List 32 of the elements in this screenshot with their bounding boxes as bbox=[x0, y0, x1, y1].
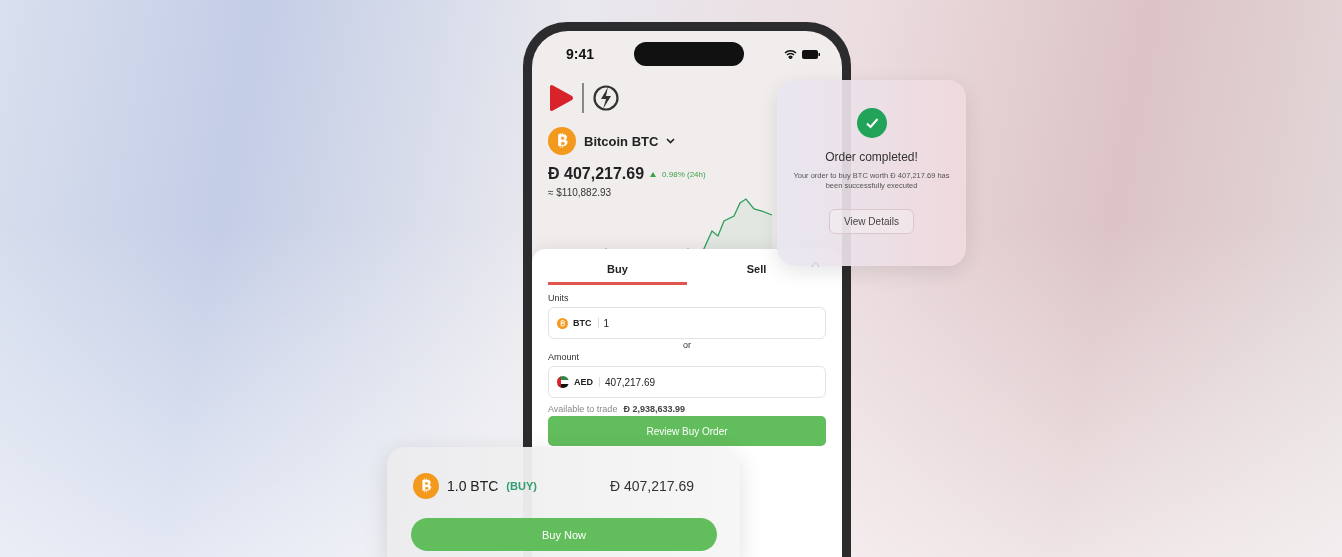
currency-label: BTC bbox=[573, 318, 599, 328]
battery-icon bbox=[802, 49, 820, 59]
usd-value: ≈ $110,882.93 bbox=[548, 187, 612, 198]
view-details-button[interactable]: View Details bbox=[829, 209, 914, 235]
trade-tab[interactable]: Sell bbox=[687, 255, 826, 285]
available-balance: Đ 2,938,633.99 bbox=[623, 404, 685, 414]
price-change: 0.98% (24h) bbox=[662, 169, 706, 179]
wifi-icon bbox=[784, 49, 797, 59]
chevron-down-icon[interactable] bbox=[666, 138, 676, 144]
units-label: Units bbox=[548, 293, 570, 303]
available-label: Available to trade bbox=[548, 404, 618, 414]
units-field[interactable]: BTC 1 bbox=[548, 307, 826, 339]
trade-tab[interactable]: Buy bbox=[548, 255, 687, 285]
lightning-bolt-icon bbox=[592, 84, 620, 112]
flag-icon bbox=[557, 376, 569, 388]
up-triangle-icon bbox=[650, 171, 657, 177]
bitcoin-icon bbox=[557, 317, 568, 329]
notification-title: Order completed! bbox=[825, 150, 918, 164]
asset-price: Đ 407,217.69 bbox=[548, 165, 645, 183]
amount-label: Amount bbox=[548, 352, 581, 362]
order-quantity: 1.0 BTC bbox=[447, 478, 499, 494]
currency-label: AED bbox=[574, 377, 600, 387]
bitcoin-icon bbox=[413, 473, 439, 499]
asset-name[interactable]: Bitcoin BTC bbox=[584, 133, 659, 149]
success-check-icon bbox=[856, 108, 887, 138]
order-price: Đ 407,217.69 bbox=[609, 478, 694, 494]
status-time: 9:41 bbox=[566, 46, 595, 62]
play-logo-icon bbox=[548, 84, 574, 112]
amount-field[interactable]: AED 407,217.69 bbox=[548, 366, 826, 398]
bitcoin-icon bbox=[548, 127, 576, 155]
or-separator: or bbox=[682, 340, 692, 350]
order-side: (BUY) bbox=[506, 480, 537, 492]
